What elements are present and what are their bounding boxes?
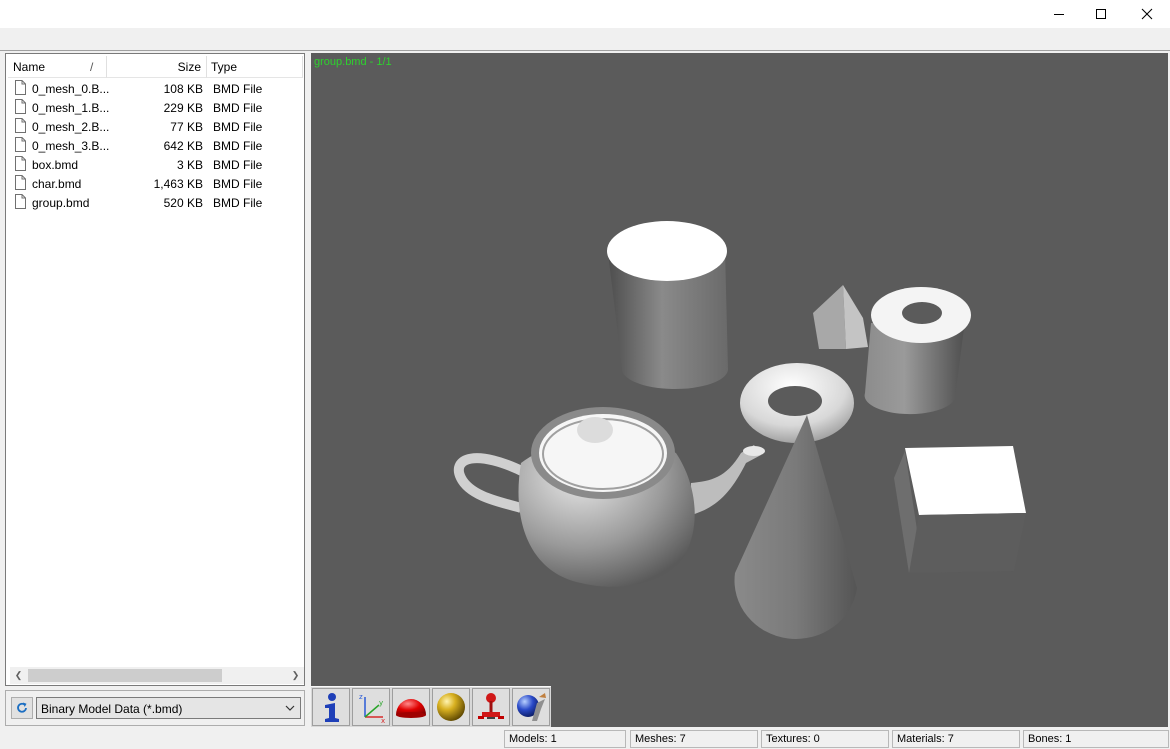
info-icon <box>325 693 339 722</box>
file-size: 1,463 KB <box>153 177 203 191</box>
file-type: BMD File <box>213 101 263 115</box>
refresh-button[interactable] <box>11 697 33 719</box>
column-header-type[interactable]: Type <box>207 56 303 78</box>
axes-button[interactable]: z y x <box>352 688 390 726</box>
status-bones: Bones: 1 <box>1023 730 1169 748</box>
file-row[interactable]: group.bmd 520 KB BMD File <box>9 193 303 212</box>
file-size: 520 KB <box>163 196 203 210</box>
document-icon <box>15 194 26 209</box>
scroll-right-arrow-icon[interactable]: ❯ <box>287 668 304 683</box>
info-button[interactable] <box>312 688 350 726</box>
status-models: Models: 1 <box>504 730 626 748</box>
gold-sphere-icon <box>437 693 465 721</box>
scene-render <box>453 221 1026 639</box>
column-header-size[interactable]: Size <box>107 56 207 78</box>
file-row[interactable]: 0_mesh_0.B... 108 KB BMD File <box>9 79 303 98</box>
column-header-type-label: Type <box>211 59 238 74</box>
close-button[interactable] <box>1124 0 1170 28</box>
status-textures: Textures: 0 <box>761 730 889 748</box>
tube-model[interactable] <box>864 287 971 415</box>
minimize-button[interactable] <box>1036 0 1082 28</box>
refresh-icon <box>17 702 27 713</box>
minimize-icon <box>1054 14 1064 15</box>
file-size: 642 KB <box>163 139 203 153</box>
file-row[interactable]: 0_mesh_2.B... 77 KB BMD File <box>9 117 303 136</box>
menu-bar <box>0 28 1170 51</box>
file-type: BMD File <box>213 177 263 191</box>
pyramid-model[interactable] <box>813 285 868 349</box>
chevron-down-icon <box>285 705 295 711</box>
title-bar <box>0 0 1170 28</box>
file-row[interactable]: 0_mesh_3.B... 642 KB BMD File <box>9 136 303 155</box>
teapot-model[interactable] <box>453 407 765 587</box>
file-type-select-value: Binary Model Data (*.bmd) <box>41 702 183 716</box>
document-icon <box>15 118 26 133</box>
animation-button[interactable] <box>472 688 510 726</box>
horizontal-scrollbar[interactable]: ❮ ❯ <box>10 667 304 684</box>
svg-text:y: y <box>379 699 383 707</box>
file-row[interactable]: 0_mesh_1.B... 229 KB BMD File <box>9 98 303 117</box>
svg-text:x: x <box>381 717 385 723</box>
lighting-button[interactable] <box>432 688 470 726</box>
cylinder-model[interactable] <box>607 221 728 390</box>
file-row[interactable]: char.bmd 1,463 KB BMD File <box>9 174 303 193</box>
svg-text:z: z <box>359 693 363 701</box>
file-name: group.bmd <box>32 196 90 210</box>
column-header-size-label: Size <box>177 59 201 74</box>
file-size: 229 KB <box>163 101 203 115</box>
3d-viewport[interactable]: group.bmd - 1/1 <box>311 53 1168 727</box>
close-icon <box>1141 8 1153 20</box>
status-bar: Models: 1 Meshes: 7 Textures: 0 Material… <box>0 727 1170 749</box>
texture-button[interactable] <box>512 688 550 726</box>
file-name: 0_mesh_1.B... <box>32 101 110 115</box>
document-icon <box>15 137 26 152</box>
torus-model[interactable] <box>740 363 854 443</box>
column-header-name[interactable]: Name / <box>8 56 107 78</box>
column-header-name-label: Name <box>13 59 46 74</box>
status-meshes: Meshes: 7 <box>630 730 758 748</box>
file-type: BMD File <box>213 196 263 210</box>
viewer-toolbar: z y x <box>311 686 551 728</box>
joystick-icon <box>478 693 504 719</box>
file-type: BMD File <box>213 82 263 96</box>
file-name: 0_mesh_0.B... <box>32 82 110 96</box>
document-icon <box>15 175 26 190</box>
document-icon <box>15 156 26 171</box>
file-size: 77 KB <box>170 120 203 134</box>
file-name: 0_mesh_3.B... <box>32 139 110 153</box>
status-materials: Materials: 7 <box>892 730 1020 748</box>
file-name: 0_mesh_2.B... <box>32 120 110 134</box>
file-type-select[interactable]: Binary Model Data (*.bmd) <box>36 697 301 719</box>
document-icon <box>15 80 26 95</box>
file-name: char.bmd <box>32 177 82 191</box>
sphere-brush-icon <box>517 693 546 721</box>
file-type: BMD File <box>213 120 263 134</box>
maximize-icon <box>1096 9 1106 19</box>
material-button[interactable] <box>392 688 430 726</box>
file-size: 3 KB <box>176 158 203 172</box>
file-type: BMD File <box>213 139 263 153</box>
file-list-panel: Name / Size Type 0_mesh_0.B... 108 KB BMD … <box>5 53 305 686</box>
file-name: box.bmd <box>32 158 79 172</box>
scroll-left-arrow-icon[interactable]: ❮ <box>10 668 27 683</box>
maximize-button[interactable] <box>1078 0 1124 28</box>
file-size: 108 KB <box>163 82 203 96</box>
scrollbar-thumb[interactable] <box>28 669 222 682</box>
document-icon <box>15 99 26 114</box>
sort-indicator-icon: / <box>90 59 94 74</box>
file-row[interactable]: box.bmd 3 KB BMD File <box>9 155 303 174</box>
box-model[interactable] <box>894 446 1026 573</box>
axes-icon: z y x <box>359 693 385 723</box>
filter-bar: Binary Model Data (*.bmd) <box>5 690 305 726</box>
file-type: BMD File <box>213 158 263 172</box>
red-dome-icon <box>396 699 426 718</box>
